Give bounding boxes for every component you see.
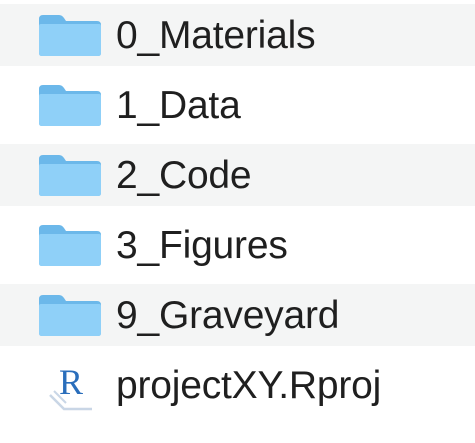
folder-icon: [39, 155, 101, 196]
file-list: 0_Materials 1_Data 2_Code 3_Figures 9_Gr…: [0, 0, 475, 443]
folder-icon: [39, 15, 101, 56]
rproj-icon: R: [49, 362, 92, 411]
list-item-folder-2-code[interactable]: 2_Code: [0, 144, 475, 206]
file-name: projectXY.Rproj: [116, 363, 382, 407]
rproj-icon-letter: R: [59, 362, 83, 402]
file-name: 9_Graveyard: [116, 293, 340, 337]
list-item-folder-0-materials[interactable]: 0_Materials: [0, 4, 475, 66]
folder-icon: [39, 225, 101, 266]
list-item-file-projectxy-rproj[interactable]: R projectXY.Rproj: [0, 354, 475, 416]
list-item-folder-1-data[interactable]: 1_Data: [0, 74, 475, 136]
file-name: 1_Data: [116, 83, 241, 127]
list-item-folder-3-figures[interactable]: 3_Figures: [0, 214, 475, 276]
folder-icon: [39, 295, 101, 336]
file-name: 0_Materials: [116, 13, 316, 57]
file-name: 2_Code: [116, 153, 252, 197]
file-name: 3_Figures: [116, 223, 288, 267]
folder-icon: [39, 85, 101, 126]
list-item-folder-9-graveyard[interactable]: 9_Graveyard: [0, 284, 475, 346]
